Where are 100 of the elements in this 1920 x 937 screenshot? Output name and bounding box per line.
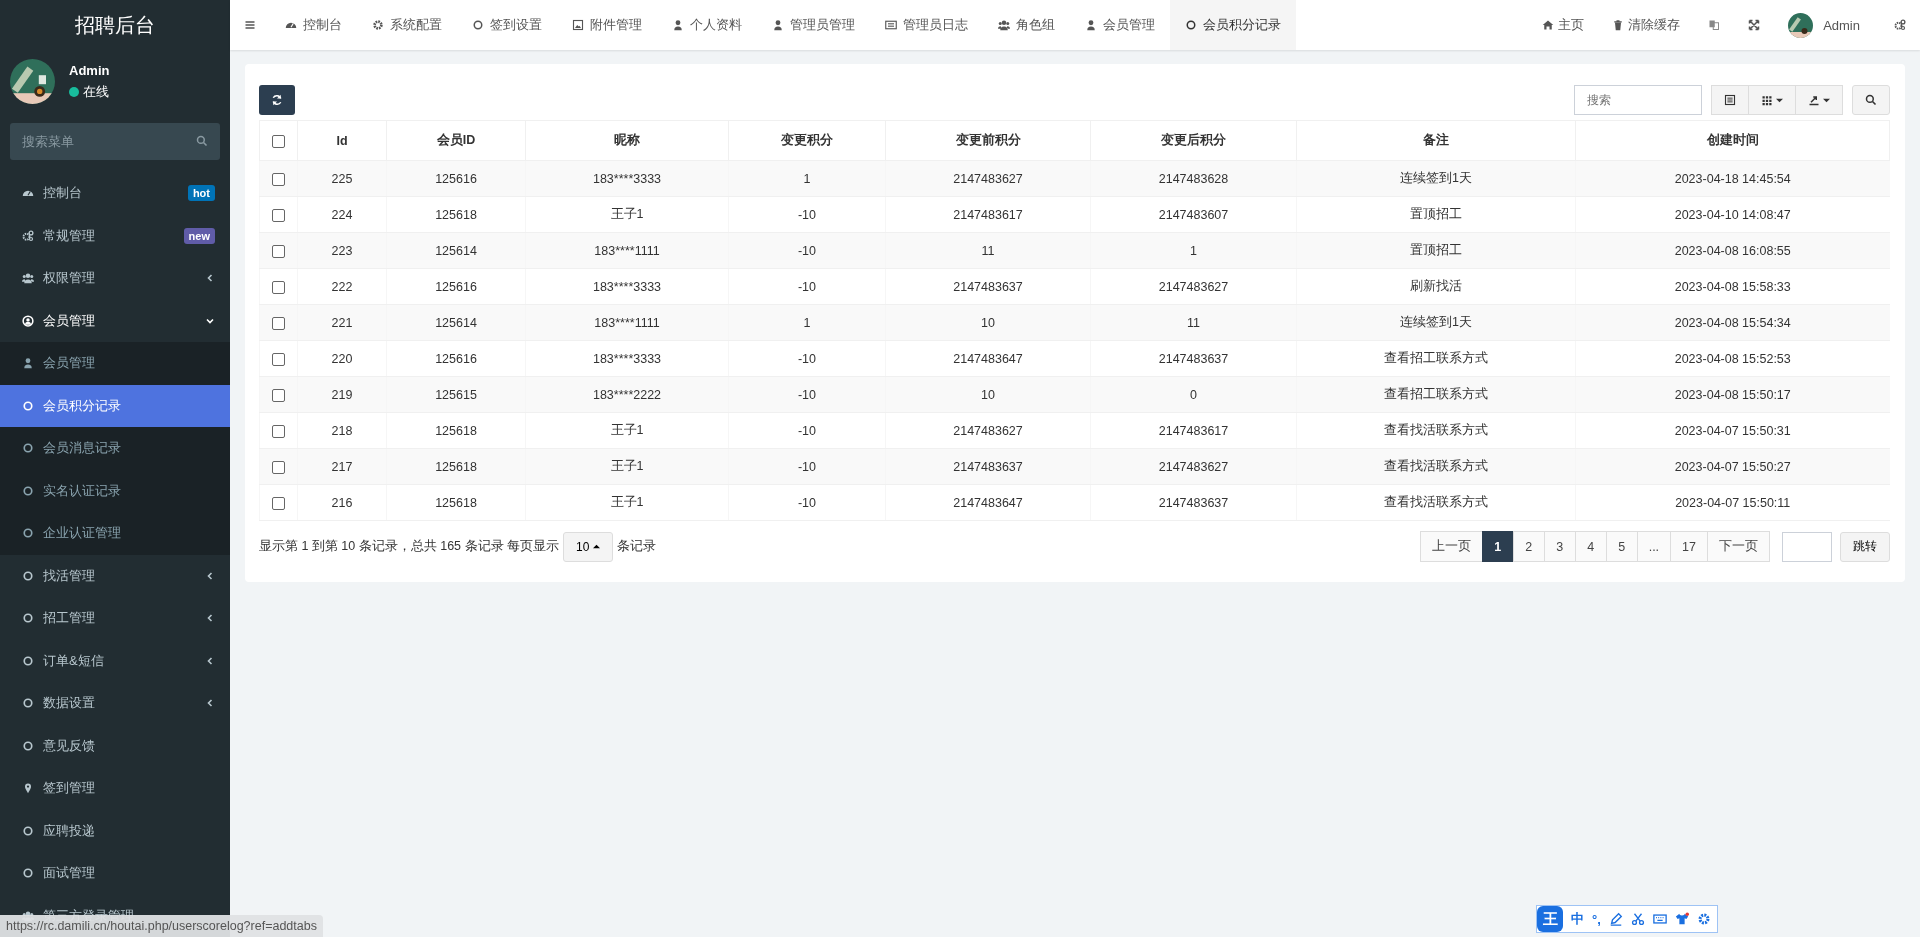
table-cell: 2023-04-07 15:50:11 xyxy=(1575,484,1890,521)
table-cell: 1 xyxy=(1090,232,1297,269)
refresh-button[interactable] xyxy=(259,85,295,115)
page-link[interactable]: 4 xyxy=(1574,531,1607,562)
column-header[interactable]: 变更后积分 xyxy=(1090,120,1297,161)
punctuation-mode[interactable]: °, xyxy=(1592,911,1601,927)
table-cell: 2147483627 xyxy=(885,160,1091,197)
jump-button[interactable]: 跳转 xyxy=(1840,531,1890,562)
column-header[interactable]: 变更积分 xyxy=(728,120,886,161)
menu-item[interactable]: 常规管理 new xyxy=(0,214,230,257)
table-cell: 2147483637 xyxy=(1090,340,1297,377)
row-checkbox[interactable] xyxy=(272,316,285,330)
menu-item[interactable]: 找活管理 xyxy=(0,554,230,597)
settings-icon[interactable] xyxy=(1696,912,1711,926)
table-cell: 183****3333 xyxy=(525,160,729,197)
caret-icon xyxy=(593,543,601,550)
column-header[interactable]: 备注 xyxy=(1296,120,1576,161)
nav-tab[interactable]: 控制台 xyxy=(270,0,357,50)
column-header[interactable]: Id xyxy=(297,120,387,161)
nav-tab[interactable]: 会员管理 xyxy=(1070,0,1170,50)
table-cell: -10 xyxy=(728,196,886,233)
page-size-dropdown[interactable]: 10 xyxy=(563,531,614,562)
menu-item[interactable]: 应聘投递 xyxy=(0,809,230,852)
nav-tab[interactable]: 附件管理 xyxy=(557,0,657,50)
page-link[interactable]: 17 xyxy=(1670,531,1708,562)
menu-item[interactable]: 签到管理 xyxy=(0,767,230,810)
page-link[interactable]: 3 xyxy=(1543,531,1576,562)
column-header[interactable]: 昵称 xyxy=(525,120,729,161)
table-cell: 2023-04-08 15:52:53 xyxy=(1575,340,1890,377)
table-cell: 2147483627 xyxy=(1090,448,1297,485)
user-icon xyxy=(772,19,784,31)
chevron-left-icon xyxy=(205,570,215,581)
chevron-left-icon xyxy=(205,698,215,709)
column-header[interactable]: 会员ID xyxy=(386,120,526,161)
export-button[interactable] xyxy=(1795,85,1843,115)
row-checkbox[interactable] xyxy=(272,496,285,510)
circle-icon xyxy=(472,19,484,31)
page-link[interactable]: 2 xyxy=(1512,531,1545,562)
toggle-view-button[interactable] xyxy=(1711,85,1749,115)
user-icon xyxy=(672,19,684,31)
table-cell: 刷新找活 xyxy=(1296,268,1576,305)
home-link[interactable]: 主页 xyxy=(1528,0,1599,50)
nav-tab[interactable]: 签到设置 xyxy=(457,0,557,50)
menu-search-field[interactable]: 搜索菜单 xyxy=(10,123,220,160)
submenu-item[interactable]: 企业认证管理 xyxy=(0,512,230,555)
clear-cache-link[interactable]: 清除缓存 xyxy=(1598,0,1695,50)
page-link[interactable]: 5 xyxy=(1605,531,1638,562)
row-checkbox[interactable] xyxy=(272,280,285,294)
menu-item[interactable]: 招工管理 xyxy=(0,597,230,640)
nav-tab[interactable]: 会员积分记录 xyxy=(1170,0,1296,50)
previous-page-link[interactable]: 上一页 xyxy=(1419,531,1483,562)
menu-item[interactable]: 权限管理 xyxy=(0,257,230,300)
search-button[interactable] xyxy=(1852,85,1890,115)
menu-item[interactable]: 面试管理 xyxy=(0,852,230,895)
table-cell: 216 xyxy=(297,484,387,521)
nav-tab[interactable]: 管理员日志 xyxy=(870,0,983,50)
submenu-item[interactable]: 会员积分记录 xyxy=(0,384,230,427)
user-menu[interactable]: Admin xyxy=(1774,0,1880,50)
ime-logo[interactable]: 王 xyxy=(1537,906,1563,932)
nav-tab[interactable]: 角色组 xyxy=(983,0,1070,50)
menu-item[interactable]: 意见反馈 xyxy=(0,724,230,767)
menu-item[interactable]: 订单&短信 xyxy=(0,639,230,682)
column-header[interactable]: 变更前积分 xyxy=(885,120,1091,161)
columns-button[interactable] xyxy=(1748,85,1796,115)
next-page-link[interactable]: 下一页 xyxy=(1707,531,1770,562)
user-name: Admin xyxy=(69,62,110,78)
table-cell: 2147483607 xyxy=(1090,196,1297,233)
column-header[interactable]: 创建时间 xyxy=(1575,120,1890,161)
keyboard-icon[interactable] xyxy=(1652,912,1667,926)
table-cell: 125616 xyxy=(386,160,526,197)
menu-item[interactable]: 控制台 hot xyxy=(0,172,230,215)
table-cell: 125614 xyxy=(386,304,526,341)
nav-tab[interactable]: 系统配置 xyxy=(357,0,457,50)
input-mode[interactable]: 中 xyxy=(1571,910,1584,928)
search-field[interactable]: 搜索 xyxy=(1574,85,1702,115)
table-cell: 220 xyxy=(297,340,387,377)
table-cell: 置顶招工 xyxy=(1296,196,1576,233)
row-checkbox[interactable] xyxy=(272,460,285,474)
row-checkbox[interactable] xyxy=(272,352,285,366)
table-cell: -10 xyxy=(728,448,886,485)
menu-item[interactable]: 数据设置 xyxy=(0,682,230,725)
page-link[interactable]: 1 xyxy=(1481,531,1514,562)
pen-icon[interactable] xyxy=(1608,912,1623,926)
shirt-icon[interactable] xyxy=(1674,912,1689,926)
scissors-icon[interactable] xyxy=(1630,912,1645,926)
row-checkbox[interactable] xyxy=(272,424,285,438)
row-checkbox[interactable] xyxy=(272,208,285,222)
row-checkbox[interactable] xyxy=(272,244,285,258)
menu-icon xyxy=(244,19,256,31)
row-checkbox[interactable] xyxy=(272,388,285,402)
page-number-field[interactable] xyxy=(1782,531,1832,562)
select-all-checkbox[interactable] xyxy=(272,134,285,148)
submenu-item[interactable]: 会员管理 xyxy=(0,342,230,385)
nav-tab[interactable]: 管理员管理 xyxy=(757,0,870,50)
table-cell: 0 xyxy=(1090,376,1297,413)
submenu-item[interactable]: 实名认证记录 xyxy=(0,469,230,512)
nav-tab[interactable]: 个人资料 xyxy=(657,0,757,50)
submenu-item[interactable]: 会员消息记录 xyxy=(0,427,230,470)
row-checkbox[interactable] xyxy=(272,172,285,186)
menu-item[interactable]: 会员管理 xyxy=(0,299,230,342)
